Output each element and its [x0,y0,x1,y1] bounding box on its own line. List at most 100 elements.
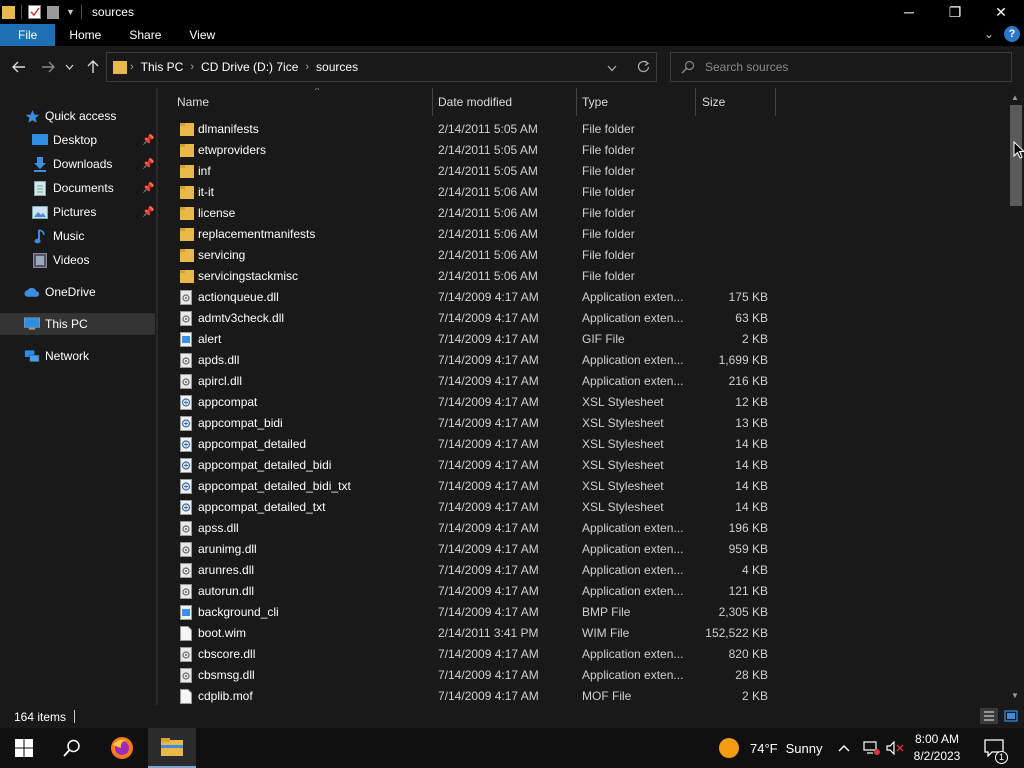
scroll-down-arrow-icon[interactable]: ▼ [1011,691,1019,700]
nav-item-downloads[interactable]: Downloads [32,153,112,175]
breadcrumb-cd-drive[interactable]: CD Drive (D:) 7ice [197,60,302,74]
file-size: 28 KB [735,668,768,682]
file-row[interactable]: background_cli 7/14/2009 4:17 AM BMP File 2… [160,602,780,623]
file-row[interactable]: it-it 2/14/2011 5:06 AM File folder [160,182,780,203]
nav-item-desktop[interactable]: Desktop [32,129,97,151]
file-row[interactable]: dlmanifests 2/14/2011 5:05 AM File folder [160,119,780,140]
large-icons-view-button[interactable] [1002,708,1020,724]
file-row[interactable]: boot.wim 2/14/2011 3:41 PM WIM File 152,522… [160,623,780,644]
column-header-size[interactable]: Size [702,88,772,116]
file-row[interactable]: cbsmsg.dll 7/14/2009 4:17 AM Application e… [160,665,780,686]
file-row[interactable]: appcompat_detailed 7/14/2009 4:17 AM XSL S… [160,434,780,455]
file-row[interactable]: cbscore.dll 7/14/2009 4:17 AM Application … [160,644,780,665]
close-button[interactable]: ✕ [978,0,1024,24]
details-view-button[interactable] [980,708,998,724]
file-row[interactable]: arunres.dll 7/14/2009 4:17 AM Application … [160,560,780,581]
file-size: 14 KB [735,437,768,451]
system-clock[interactable]: 8:00 AM 8/2/2023 [900,731,974,765]
file-row[interactable]: actionqueue.dll 7/14/2009 4:17 AM Applicat… [160,287,780,308]
expand-ribbon-chevron-icon[interactable]: ⌄ [984,27,994,41]
search-box[interactable] [670,52,1012,82]
column-resize-handle[interactable] [695,88,696,116]
nav-item-documents[interactable]: Documents [32,177,114,199]
nav-pane-divider[interactable] [156,88,158,705]
properties-icon[interactable] [28,4,41,20]
pin-icon[interactable]: 📌 [142,183,154,194]
file-date-modified: 7/14/2009 4:17 AM [438,437,539,451]
file-row[interactable]: appcompat_bidi 7/14/2009 4:17 AM XSL Style… [160,413,780,434]
file-type: XSL Stylesheet [582,416,664,430]
customize-toolbar-chevron-icon[interactable]: ▼ [66,7,75,17]
pin-icon[interactable]: 📌 [142,135,154,146]
file-date-modified: 2/14/2011 5:06 AM [438,185,538,199]
column-resize-handle[interactable] [432,88,433,116]
search-input[interactable] [705,60,1005,74]
nav-item-pictures[interactable]: Pictures [32,201,96,223]
taskbar-file-explorer[interactable] [148,728,196,768]
file-row[interactable]: arunimg.dll 7/14/2009 4:17 AM Application … [160,539,780,560]
file-row[interactable]: servicingstackmisc 2/14/2011 5:06 AM File … [160,266,780,287]
taskbar-firefox[interactable] [98,728,146,768]
file-row[interactable]: appcompat 7/14/2009 4:17 AM XSL Stylesheet… [160,392,780,413]
forward-button[interactable] [37,56,59,78]
show-hidden-icons-button[interactable] [838,728,850,768]
column-header-name[interactable]: Name ^ [177,88,431,116]
file-row[interactable]: license 2/14/2011 5:06 AM File folder [160,203,780,224]
file-row[interactable]: apircl.dll 7/14/2009 4:17 AM Application e… [160,371,780,392]
folder-icon[interactable] [2,4,15,20]
nav-onedrive[interactable]: OneDrive [24,281,96,303]
file-row[interactable]: replacementmanifests 2/14/2011 5:06 AM Fil… [160,224,780,245]
file-row[interactable]: inf 2/14/2011 5:05 AM File folder [160,161,780,182]
file-row[interactable]: apss.dll 7/14/2009 4:17 AM Application ext… [160,518,780,539]
weather-widget[interactable]: 74°F Sunny [718,728,822,768]
up-button[interactable] [82,56,104,78]
file-row[interactable]: autorun.dll 7/14/2009 4:17 AM Application … [160,581,780,602]
minimize-button[interactable]: ─ [886,0,932,24]
new-folder-icon[interactable] [47,4,60,20]
file-row[interactable]: alert 7/14/2009 4:17 AM GIF File 2 KB [160,329,780,350]
pin-icon[interactable]: 📌 [142,207,154,218]
nav-item-music[interactable]: Music [32,225,84,247]
back-button[interactable] [8,56,30,78]
nav-quick-access[interactable]: Quick access [24,105,116,127]
nav-item-videos[interactable]: Videos [32,249,89,271]
column-resize-handle[interactable] [576,88,577,116]
maximize-button[interactable]: ❐ [932,0,978,24]
file-name: inf [198,164,211,178]
tab-share[interactable]: Share [115,24,175,46]
breadcrumb-separator-icon[interactable]: › [302,61,312,73]
file-row[interactable]: appcompat_detailed_txt 7/14/2009 4:17 AM X… [160,497,780,518]
breadcrumb-this-pc[interactable]: This PC [137,60,188,74]
scroll-up-arrow-icon[interactable]: ▲ [1011,93,1019,102]
action-center-button[interactable]: 1 [984,728,1009,768]
file-row[interactable]: etwproviders 2/14/2011 5:05 AM File folder [160,140,780,161]
column-header-date-modified[interactable]: Date modified [438,88,574,116]
tab-view[interactable]: View [175,24,229,46]
tab-file[interactable]: File [0,24,56,46]
pin-icon[interactable]: 📌 [142,159,154,170]
breadcrumb-separator-icon[interactable]: › [127,61,137,73]
file-row[interactable]: cdplib.mof 7/14/2009 4:17 AM MOF File 2 KB [160,686,780,705]
file-row[interactable]: appcompat_detailed_bidi 7/14/2009 4:17 AM… [160,455,780,476]
network-status-button[interactable] [862,728,880,768]
nav-this-pc[interactable]: This PC [24,313,88,335]
start-button[interactable] [0,728,48,768]
recent-locations-button[interactable] [61,56,77,78]
address-bar[interactable]: › This PC › CD Drive (D:) 7ice › sources [106,52,657,82]
file-size: 13 KB [735,416,768,430]
file-row[interactable]: apds.dll 7/14/2009 4:17 AM Application ext… [160,350,780,371]
column-header-type[interactable]: Type [582,88,692,116]
taskbar-search-button[interactable] [48,728,96,768]
breadcrumb-separator-icon[interactable]: › [187,61,197,73]
help-icon[interactable]: ? [1004,26,1020,42]
address-history-chevron-icon[interactable] [607,61,617,75]
refresh-icon[interactable] [637,60,650,76]
nav-network[interactable]: Network [24,345,89,367]
file-row[interactable]: admtv3check.dll 7/14/2009 4:17 AM Applicat… [160,308,780,329]
file-row[interactable]: appcompat_detailed_bidi_txt 7/14/2009 4:1… [160,476,780,497]
file-row[interactable]: servicing 2/14/2011 5:06 AM File folder [160,245,780,266]
vertical-scrollbar[interactable]: ▲ ▼ [1008,88,1024,705]
column-resize-handle[interactable] [775,88,776,116]
tab-home[interactable]: Home [55,24,115,46]
breadcrumb-sources[interactable]: sources [312,60,362,74]
